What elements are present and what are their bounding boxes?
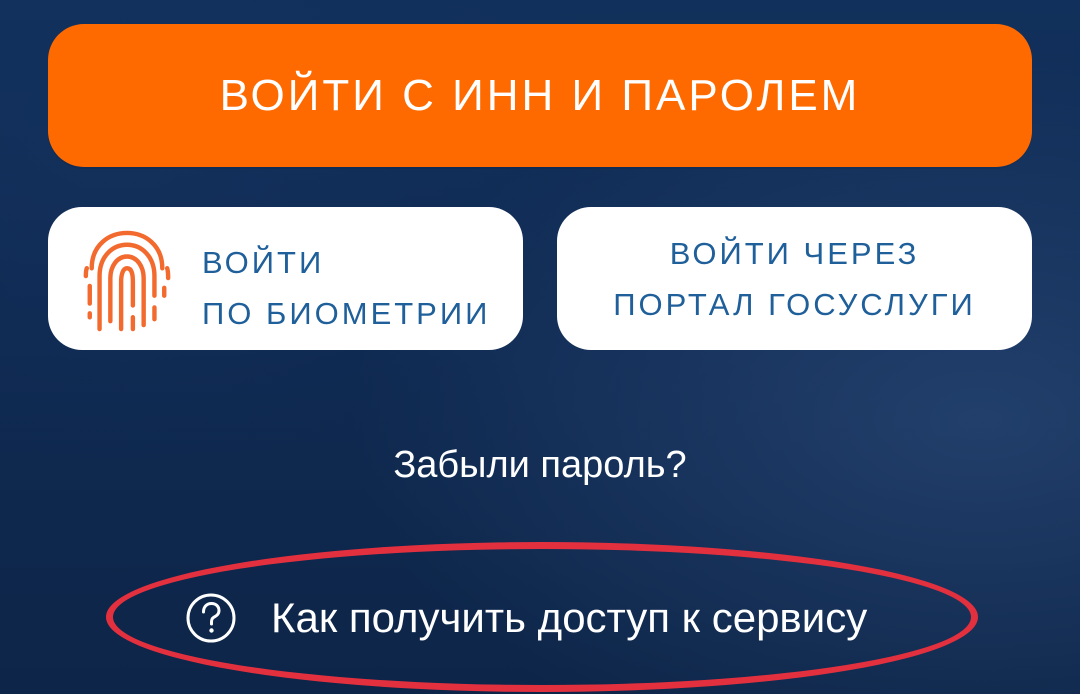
access-help-label: Как получить доступ к сервису — [271, 594, 868, 641]
biometry-line1: ВОЙТИ — [202, 245, 325, 280]
login-inn-password-button[interactable]: ВОЙТИ С ИНН И ПАРОЛЕМ — [48, 24, 1032, 167]
access-help-link[interactable]: Как получить доступ к сервису — [185, 592, 867, 644]
login-inn-password-label: ВОЙТИ С ИНН И ПАРОЛЕМ — [219, 70, 861, 120]
gosuslugi-line2: ПОРТАЛ ГОСУСЛУГИ — [613, 286, 976, 322]
login-biometry-button[interactable]: ВОЙТИ ПО БИОМЕТРИИ — [48, 207, 523, 350]
login-biometry-text: ВОЙТИ ПО БИОМЕТРИИ — [202, 237, 490, 339]
login-gosuslugi-button[interactable]: ВОЙТИ ЧЕРЕЗ ПОРТАЛ ГОСУСЛУГИ — [557, 207, 1032, 350]
biometry-line2: ПО БИОМЕТРИИ — [202, 296, 491, 331]
login-gosuslugi-text: ВОЙТИ ЧЕРЕЗ ПОРТАЛ ГОСУСЛУГИ — [613, 228, 976, 330]
fingerprint-icon — [83, 230, 171, 332]
gosuslugi-line1: ВОЙТИ ЧЕРЕЗ — [669, 235, 920, 271]
question-circle-icon — [186, 593, 236, 643]
forgot-password-link[interactable]: Забыли пароль? — [0, 444, 1080, 487]
